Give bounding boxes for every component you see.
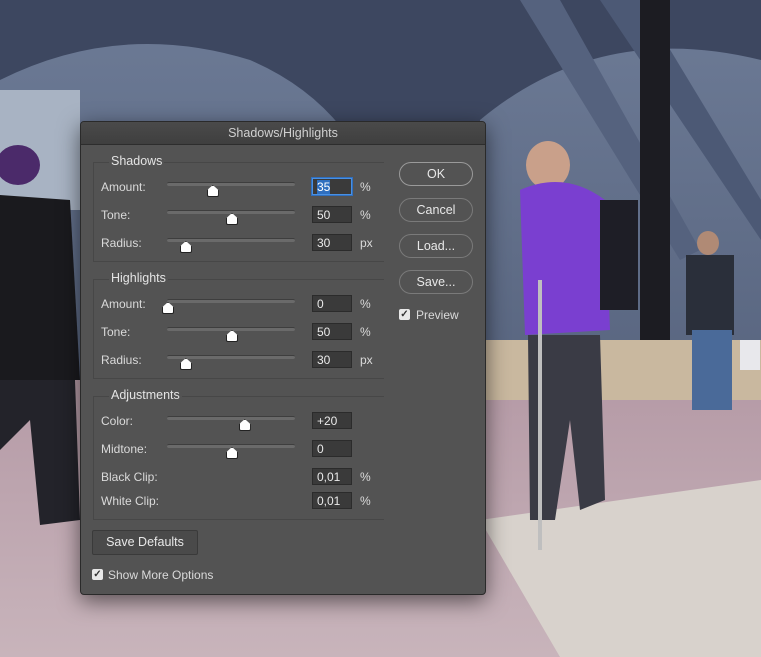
highlights-radius-label: Radius: [101,353,142,367]
show-more-options-checkbox[interactable]: ✓ [92,569,103,580]
highlights-tone-label: Tone: [101,325,131,339]
shadows-radius-label: Radius: [101,236,142,250]
highlights-tone-unit: % [360,325,371,339]
adjustments-black-clip-label: Black Clip: [101,470,158,484]
shadows-tone-unit: % [360,208,371,222]
shadows-amount-slider[interactable] [167,182,295,186]
shadows-amount-field[interactable]: 35 [312,178,352,195]
preview-checkbox[interactable]: ✓ [399,309,410,320]
adjustments-color-label: Color: [101,414,134,428]
shadows-amount-unit: % [360,180,371,194]
adjustments-midtone-field[interactable]: 0 [312,440,352,457]
highlights-radius-unit: px [360,353,373,367]
shadows-highlights-dialog: Shadows/Highlights Shadows Highlights Ad… [80,121,486,595]
shadows-tone-field[interactable]: 50 [312,206,352,223]
shadows-group-title: Shadows [109,154,165,168]
shadows-tone-slider[interactable] [167,210,295,214]
highlights-amount-unit: % [360,297,371,311]
dialog-title: Shadows/Highlights [81,122,485,145]
adjustments-white-clip-field[interactable]: 0,01 [312,492,352,509]
cancel-button[interactable]: Cancel [399,198,473,222]
shadows-amount-label: Amount: [101,180,146,194]
highlights-group-title: Highlights [109,271,168,285]
shadows-radius-field[interactable]: 30 [312,234,352,251]
adjustments-black-clip-unit: % [360,470,371,484]
adjustments-white-clip-label: White Clip: [101,494,160,508]
shadows-radius-unit: px [360,236,373,250]
ok-button[interactable]: OK [399,162,473,186]
shadows-tone-label: Tone: [101,208,131,222]
highlights-tone-slider[interactable] [167,327,295,331]
highlights-amount-field[interactable]: 0 [312,295,352,312]
preview-label: Preview [416,308,459,322]
highlights-amount-slider[interactable] [167,299,295,303]
highlights-radius-field[interactable]: 30 [312,351,352,368]
adjustments-black-clip-field[interactable]: 0,01 [312,468,352,485]
save-defaults-button[interactable]: Save Defaults [92,530,198,555]
adjustments-group-title: Adjustments [109,388,182,402]
show-more-options-label: Show More Options [108,568,214,582]
highlights-amount-label: Amount: [101,297,146,311]
adjustments-white-clip-unit: % [360,494,371,508]
highlights-tone-field[interactable]: 50 [312,323,352,340]
adjustments-color-field[interactable]: +20 [312,412,352,429]
adjustments-midtone-slider[interactable] [167,444,295,448]
adjustments-midtone-label: Midtone: [101,442,148,456]
load-button[interactable]: Load... [399,234,473,258]
adjustments-color-slider[interactable] [167,416,295,420]
save-button[interactable]: Save... [399,270,473,294]
